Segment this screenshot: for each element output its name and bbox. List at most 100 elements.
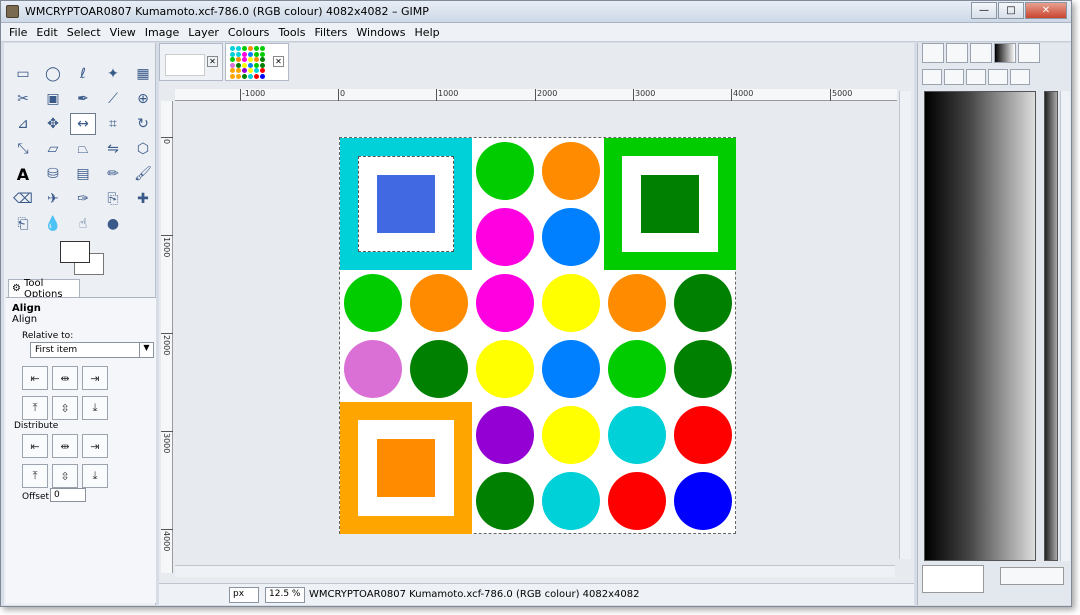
paths-tab-icon[interactable] [966, 69, 986, 85]
zoom-select[interactable]: 12.5 % [265, 586, 305, 603]
dock-action-button[interactable] [1000, 567, 1064, 585]
blend-icon[interactable]: ▤ [70, 163, 96, 185]
minimize-button[interactable]: — [971, 2, 997, 19]
perspective-clone-icon[interactable]: ⎗ [10, 213, 36, 235]
distribute-left-button[interactable]: ⇤ [22, 434, 48, 458]
dodge-burn-icon[interactable]: ● [100, 213, 126, 235]
align-v-center-button[interactable]: ⇳ [52, 396, 78, 420]
color-circle[interactable] [542, 274, 600, 332]
color-circle[interactable] [476, 472, 534, 530]
color-circle[interactable] [410, 274, 468, 332]
color-circle[interactable] [542, 142, 600, 200]
gradient-tab-icon[interactable] [994, 43, 1016, 63]
menu-colours[interactable]: Colours [228, 26, 269, 39]
zoom-icon[interactable]: ⊕ [130, 88, 156, 110]
align-tool-icon[interactable]: ↔ [70, 113, 96, 135]
clone-icon[interactable]: ⎘ [100, 188, 126, 210]
paintbrush-icon[interactable]: 🖌 [130, 163, 156, 185]
dark-orange-square[interactable] [377, 439, 435, 497]
color-circle[interactable] [608, 472, 666, 530]
pencil-icon[interactable]: ✏ [100, 163, 126, 185]
dock-scrollbar[interactable] [1060, 91, 1070, 561]
heal-icon[interactable]: ✚ [130, 188, 156, 210]
shear-icon[interactable]: ▱ [40, 138, 66, 160]
green-square[interactable] [604, 138, 736, 270]
rect-select-icon[interactable]: ▭ [10, 63, 36, 85]
channels-tab-icon[interactable] [944, 69, 964, 85]
menu-filters[interactable]: Filters [314, 26, 347, 39]
color-circle[interactable] [344, 340, 402, 398]
by-color-select-icon[interactable]: ▦ [130, 63, 156, 85]
menu-tools[interactable]: Tools [278, 26, 305, 39]
foreground-select-icon[interactable]: ▣ [40, 88, 66, 110]
gradient-preview[interactable] [924, 91, 1036, 561]
unit-select[interactable]: px [229, 586, 259, 603]
menu-windows[interactable]: Windows [356, 26, 405, 39]
vertical-scrollbar[interactable] [899, 91, 911, 559]
history-tab-icon[interactable] [1010, 69, 1030, 85]
fuzzy-select-icon[interactable]: ✦ [100, 63, 126, 85]
relative-to-select[interactable]: First item ▼ [30, 342, 154, 358]
distribute-right-button[interactable]: ⇥ [82, 434, 108, 458]
image-canvas[interactable] [339, 137, 736, 534]
ink-icon[interactable]: ✑ [70, 188, 96, 210]
align-left-edge-button[interactable]: ⇤ [22, 366, 48, 390]
perspective-icon[interactable]: ⏢ [70, 138, 96, 160]
ellipse-select-icon[interactable]: ◯ [40, 63, 66, 85]
color-circle[interactable] [674, 406, 732, 464]
align-bottom-edge-button[interactable]: ⤓ [82, 396, 108, 420]
color-circle[interactable] [542, 208, 600, 266]
paths-icon[interactable]: ✒ [70, 88, 96, 110]
scissors-icon[interactable]: ✂ [10, 88, 36, 110]
color-circle[interactable] [476, 340, 534, 398]
align-h-center-button[interactable]: ⇹ [52, 366, 78, 390]
orange-square[interactable] [340, 402, 472, 534]
menu-view[interactable]: View [110, 26, 136, 39]
distribute-h-center-button[interactable]: ⇹ [52, 434, 78, 458]
gradient-preview-secondary[interactable] [1044, 91, 1058, 561]
color-circle[interactable] [674, 340, 732, 398]
vertical-ruler[interactable]: 0 1000 2000 3000 4000 [161, 101, 173, 573]
color-circle[interactable] [344, 274, 402, 332]
blur-icon[interactable]: 💧 [40, 213, 66, 235]
cage-icon[interactable]: ⬡ [130, 138, 156, 160]
image-tab-1[interactable]: ✕ [159, 43, 223, 81]
tab-tool-options[interactable]: ⚙ Tool Options [8, 278, 80, 300]
color-circle[interactable] [608, 340, 666, 398]
menu-help[interactable]: Help [415, 26, 440, 39]
color-circle[interactable] [476, 406, 534, 464]
color-circle[interactable] [476, 274, 534, 332]
colors-tab-icon[interactable] [988, 69, 1008, 85]
color-circle[interactable] [608, 274, 666, 332]
text-icon[interactable]: A [10, 163, 36, 185]
rotate-icon[interactable]: ↻ [130, 113, 156, 135]
measure-icon[interactable]: ⊿ [10, 113, 36, 135]
bucket-fill-icon[interactable]: ⛁ [40, 163, 66, 185]
dark-green-square[interactable] [641, 175, 699, 233]
color-circle[interactable] [542, 406, 600, 464]
distribute-bottom-button[interactable]: ⤓ [82, 464, 108, 488]
menu-layer[interactable]: Layer [188, 26, 219, 39]
menu-select[interactable]: Select [67, 26, 101, 39]
flip-icon[interactable]: ⇋ [100, 138, 126, 160]
layers-tab-icon[interactable] [922, 69, 942, 85]
color-circle[interactable] [674, 274, 732, 332]
align-right-edge-button[interactable]: ⇥ [82, 366, 108, 390]
color-circle[interactable] [542, 340, 600, 398]
blue-square[interactable] [377, 175, 435, 233]
brush-tab-icon[interactable] [970, 43, 992, 63]
distribute-top-button[interactable]: ⤒ [22, 464, 48, 488]
maximize-button[interactable]: □ [998, 2, 1024, 19]
menu-edit[interactable]: Edit [36, 26, 57, 39]
color-circle[interactable] [608, 406, 666, 464]
close-button[interactable]: ✕ [1025, 2, 1067, 19]
offset-input[interactable]: 0 [50, 488, 86, 502]
palette-tab-icon[interactable] [922, 43, 944, 63]
color-circle[interactable] [410, 340, 468, 398]
eraser-icon[interactable]: ⌫ [10, 188, 36, 210]
fg-bg-colors[interactable] [60, 241, 106, 277]
cyan-square[interactable] [340, 138, 472, 270]
smudge-icon[interactable]: ☝ [70, 213, 96, 235]
align-top-edge-button[interactable]: ⤒ [22, 396, 48, 420]
free-select-icon[interactable]: ℓ [70, 63, 96, 85]
